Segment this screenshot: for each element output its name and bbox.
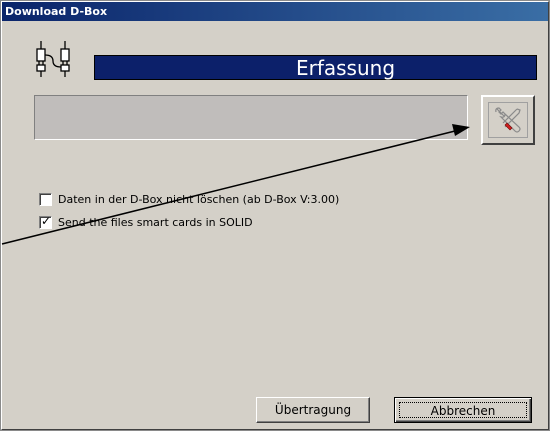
- window-title: Download D-Box: [5, 5, 108, 18]
- banner-title: Erfassung: [295, 56, 396, 80]
- download-dbox-dialog: Download D-Box Erfassung Daten in der D-…: [0, 0, 550, 431]
- status-field: [34, 95, 468, 140]
- transfer-button-label: Übertragung: [274, 403, 352, 417]
- option-keep-data[interactable]: Daten in der D-Box nicht löschen (ab D-B…: [39, 191, 339, 207]
- checkmark-icon: ✓: [41, 213, 52, 228]
- send-smart-cards-label: Send the files smart cards in SOLID: [58, 215, 253, 229]
- section-banner: Erfassung: [94, 55, 537, 80]
- transfer-button[interactable]: Übertragung: [256, 397, 370, 423]
- tools-button-face: [488, 102, 528, 138]
- connector-plugs-icon: [33, 39, 73, 79]
- send-smart-cards-checkbox[interactable]: ✓: [39, 213, 52, 229]
- title-bar[interactable]: Download D-Box: [2, 2, 548, 21]
- focus-rectangle: Abbrechen: [399, 402, 527, 418]
- keep-data-checkbox[interactable]: [39, 192, 52, 206]
- keep-data-label: Daten in der D-Box nicht löschen (ab D-B…: [58, 192, 340, 206]
- tools-wrench-screwdriver-icon: [495, 107, 521, 133]
- cancel-button-label: Abbrechen: [430, 404, 496, 418]
- tools-button[interactable]: [481, 95, 535, 145]
- option-send-smart-cards[interactable]: ✓ Send the files smart cards in SOLID: [39, 214, 253, 230]
- cancel-button[interactable]: Abbrechen: [394, 397, 532, 423]
